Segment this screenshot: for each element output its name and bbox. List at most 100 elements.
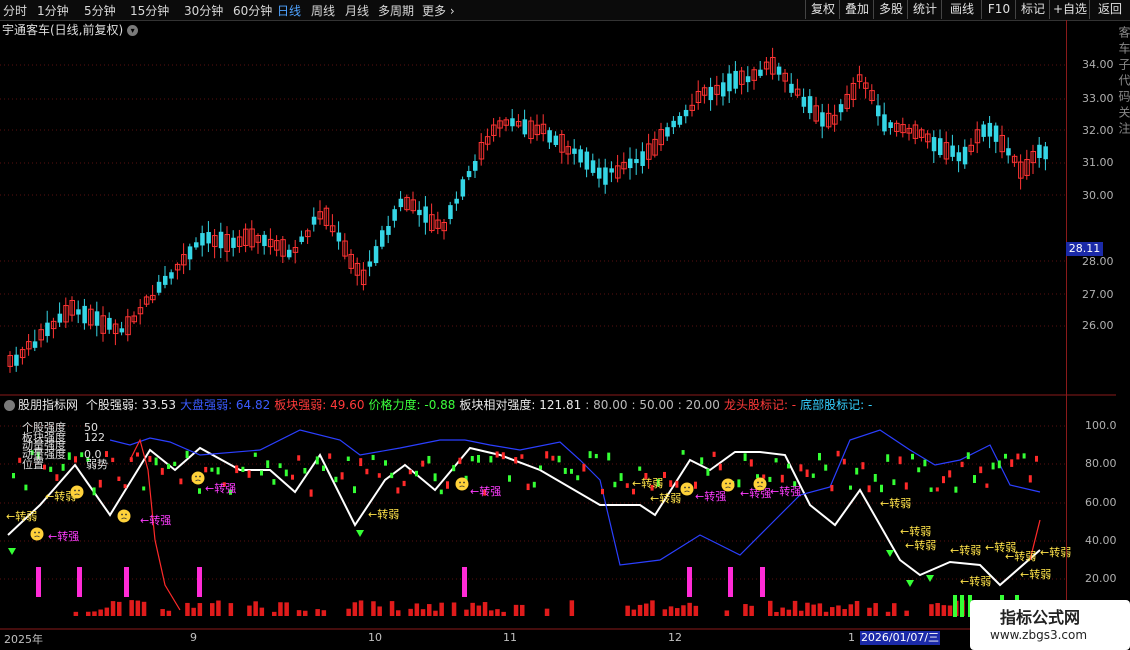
turn-strong-label: ←转强	[695, 489, 726, 503]
candle-body	[597, 167, 602, 179]
emoji-face-icon	[117, 509, 131, 523]
turn-weak-label: ←转弱	[905, 538, 936, 552]
candle-body	[460, 179, 466, 197]
price-tick: 34.00	[1082, 58, 1114, 71]
indicator-toggle-icon[interactable]	[4, 400, 15, 411]
volume-bar	[253, 601, 258, 616]
turn-strong-label: ←转强	[140, 513, 171, 527]
trend-tick	[501, 452, 505, 460]
volume-bar	[867, 607, 872, 616]
trend-tick	[396, 487, 400, 494]
candle-body	[169, 272, 174, 279]
trend-tick	[867, 485, 871, 493]
trend-tick	[346, 456, 350, 462]
emoji-face-icon	[455, 477, 469, 491]
emoji-eye	[729, 482, 731, 485]
candle-body	[373, 246, 379, 264]
candle-body	[609, 168, 614, 173]
candle-body	[1037, 144, 1042, 159]
trend-tick	[408, 469, 412, 475]
trend-tick	[371, 454, 375, 461]
candle-body	[448, 205, 453, 220]
time-tick: 11	[503, 631, 517, 644]
trend-tick	[111, 457, 115, 463]
trend-tick	[669, 480, 673, 487]
volume-bar	[439, 602, 444, 616]
volume-bar	[191, 607, 196, 616]
volume-bar	[873, 603, 878, 616]
trend-tick	[718, 463, 722, 471]
signal-bar	[687, 567, 692, 597]
trend-tick	[24, 484, 28, 491]
volume-bar	[947, 605, 953, 616]
candle-body	[417, 209, 422, 216]
trend-tick	[216, 467, 220, 475]
volume-bar	[929, 604, 934, 616]
time-tick: 12	[668, 631, 682, 644]
candle-body	[547, 130, 552, 143]
emoji-eye	[757, 481, 759, 484]
candle-body	[194, 242, 199, 248]
candle-body	[789, 83, 794, 93]
candle-body	[57, 313, 63, 323]
candle-body	[32, 341, 38, 348]
trend-tick	[836, 450, 840, 457]
volume-bar	[433, 610, 438, 616]
emoji-eye	[725, 482, 727, 485]
volume-bar	[780, 607, 785, 616]
indicator-value-5: : 80.00	[585, 398, 628, 412]
price-tick: 26.00	[1082, 319, 1114, 332]
time-tick: 10	[368, 631, 382, 644]
candle-body	[590, 160, 596, 173]
trend-tick	[880, 484, 883, 493]
down-arrow-icon	[886, 550, 894, 557]
volume-bar	[799, 610, 804, 616]
trend-tick	[458, 457, 462, 464]
trend-tick	[12, 473, 15, 479]
candle-body	[336, 232, 342, 242]
trend-tick	[142, 486, 146, 491]
indicator-header: 股朋指标网 个股强弱: 33.53 大盘强弱: 64.82 板块强弱: 49.60 价…	[0, 396, 1066, 412]
indicator-tick: 40.00	[1085, 534, 1117, 547]
trend-tick	[402, 480, 406, 487]
candle-body	[981, 124, 986, 137]
trend-tick	[278, 463, 282, 469]
volume-bar	[544, 608, 550, 616]
volume-bar	[414, 603, 420, 616]
volume-bar	[637, 604, 643, 616]
trend-tick	[607, 452, 611, 461]
candle-body	[200, 233, 205, 246]
candle-body	[721, 82, 726, 97]
trend-tick	[508, 475, 511, 482]
trend-tick	[470, 455, 474, 462]
signal-bar	[728, 567, 733, 597]
emoji-eye	[684, 486, 686, 489]
trend-tick	[210, 467, 214, 472]
volume-bar	[129, 600, 134, 616]
turn-strong-label: ←转强	[770, 484, 801, 498]
time-tick: 9	[190, 631, 197, 644]
candle-body	[299, 236, 304, 242]
candle-body	[993, 125, 999, 142]
candle-body	[398, 198, 404, 208]
trend-tick	[1022, 453, 1026, 459]
trend-tick	[762, 474, 766, 479]
candle-body	[119, 328, 125, 333]
volume-bar	[854, 600, 860, 616]
volume-bar	[495, 609, 500, 616]
trend-tick	[700, 457, 704, 465]
candle-body	[473, 161, 478, 171]
trend-tick	[18, 457, 22, 463]
indicator-tick: 20.00	[1085, 572, 1117, 585]
trend-tick	[334, 476, 338, 483]
chart-canvas[interactable]: ←转强←转强←转强 ←转强 ←转强 ←转强←转强←转弱←转弱←转弱←转弱←转弱 ←转弱←…	[0, 0, 1130, 650]
volume-bar	[805, 602, 810, 616]
trend-tick	[160, 467, 164, 475]
indicator-value-6: : 50.00	[631, 398, 674, 412]
trend-tick	[253, 452, 257, 457]
volume-bar	[520, 604, 525, 616]
volume-bar	[482, 602, 488, 616]
trend-tick	[1035, 455, 1038, 462]
price-tick: 31.00	[1082, 156, 1114, 169]
volume-bar	[352, 602, 358, 616]
